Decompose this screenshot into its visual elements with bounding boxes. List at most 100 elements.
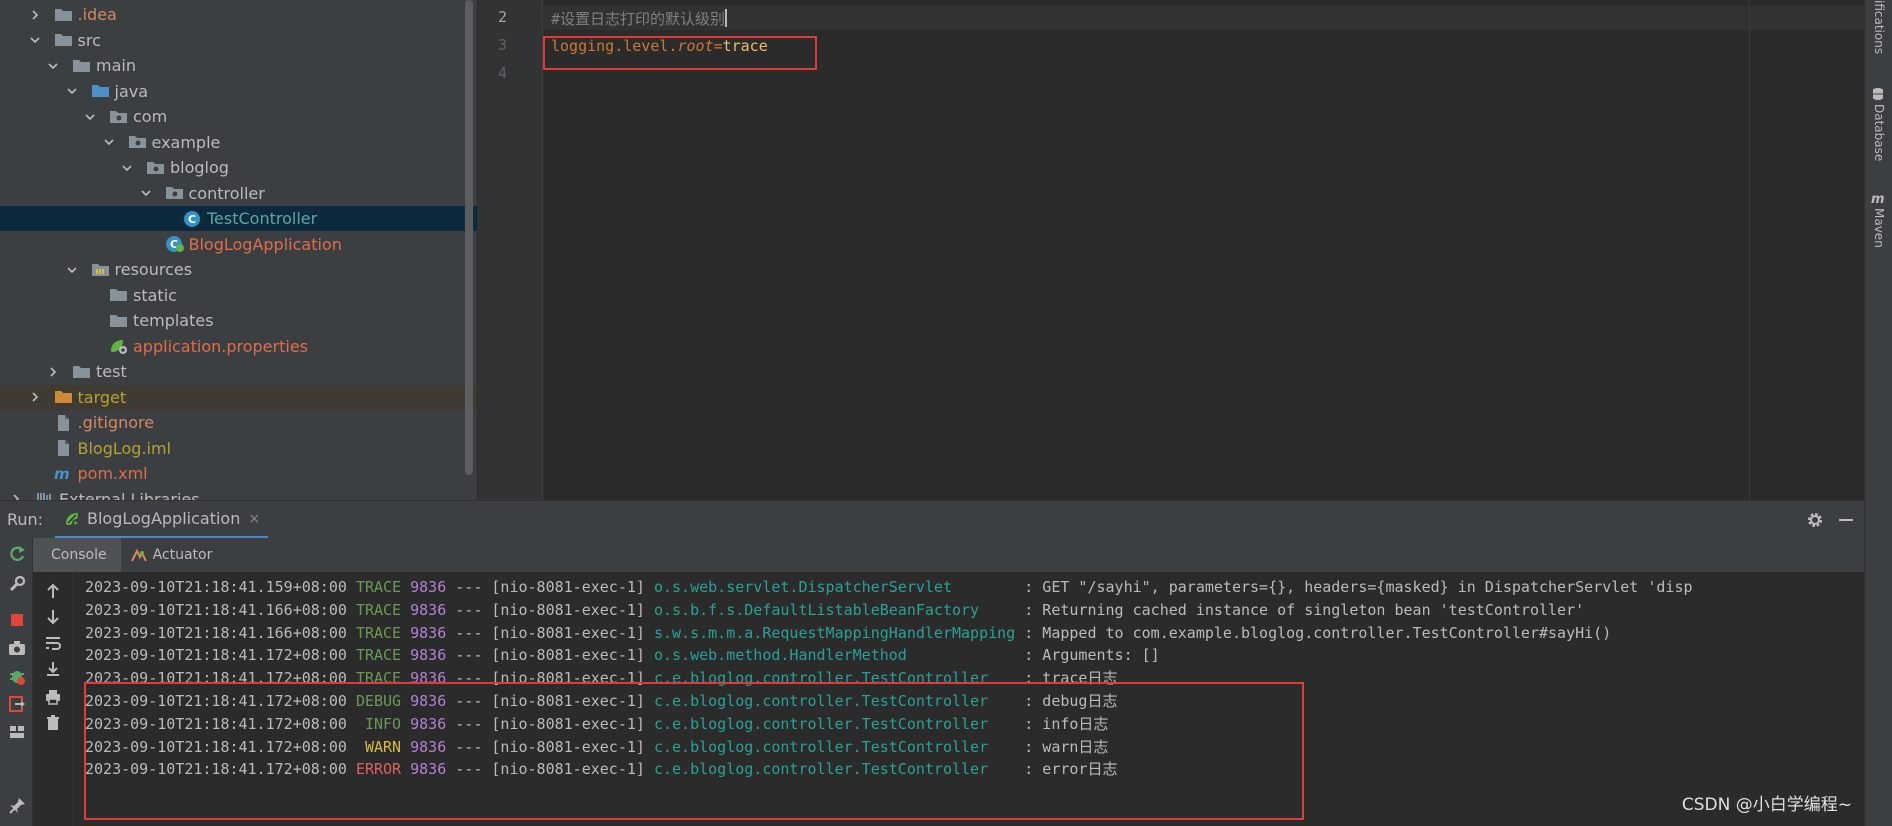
tree-item[interactable]: BlogLog.iml: [0, 436, 477, 461]
layout-icon[interactable]: [7, 722, 27, 742]
spring-properties-icon: [109, 337, 129, 355]
excluded-folder-icon: [54, 388, 74, 406]
exit-icon[interactable]: [7, 694, 27, 714]
chevron-right-icon[interactable]: [28, 390, 42, 404]
project-tree-panel: .idea src main java com example bloglog control…: [0, 0, 477, 500]
log-level: TRACE: [355, 578, 402, 596]
chevron-down-icon[interactable]: [46, 59, 60, 73]
line-number: 2: [497, 8, 507, 26]
arrow-down-icon[interactable]: [44, 608, 62, 626]
log-logger: o.s.b.f.s.DefaultListableBeanFactory: [653, 600, 1016, 619]
tree-item[interactable]: java: [0, 79, 477, 104]
gear-icon[interactable]: [1806, 511, 1824, 529]
tree-item[interactable]: resources: [0, 257, 477, 282]
tree-item[interactable]: target: [0, 384, 477, 410]
log-level: TRACE: [355, 623, 402, 642]
database-icon: [1871, 86, 1885, 100]
tree-item-label: BlogLog.iml: [77, 438, 172, 458]
tree-item[interactable]: .gitignore: [0, 410, 477, 435]
run-subtabs: Console Actuator: [33, 538, 1864, 572]
database-label: Database: [1872, 104, 1886, 162]
log-timestamp: 2023-09-10T21:18:41.166+08:00: [85, 623, 347, 642]
run-tab-label: BlogLogApplication: [87, 509, 241, 528]
tree-item[interactable]: C BlogLogApplication: [0, 232, 477, 257]
log-pid: 9836: [410, 646, 447, 665]
log-message: : Arguments: []: [1024, 646, 1160, 665]
chevron-right-icon[interactable]: [28, 8, 42, 22]
chevron-down-icon[interactable]: [65, 84, 79, 98]
log-message: : Mapped to com.example.bloglog.controll…: [1024, 623, 1612, 642]
tab-actuator-label: Actuator: [152, 547, 213, 563]
trash-icon[interactable]: [44, 714, 62, 732]
log-timestamp: 2023-09-10T21:18:41.166+08:00: [85, 600, 347, 619]
maven-file-icon: m: [54, 465, 74, 483]
tree-item[interactable]: C TestController: [0, 206, 477, 231]
chevron-down-icon[interactable]: [65, 263, 79, 277]
tree-item[interactable]: static: [0, 283, 477, 308]
tree-item-label: com: [133, 107, 168, 126]
folder-icon: [109, 286, 129, 304]
chevron-down-icon[interactable]: [83, 110, 97, 124]
database-tool[interactable]: Database: [1865, 104, 1892, 174]
tree-item-label: bloglog: [170, 158, 229, 177]
tree-item[interactable]: templates: [0, 308, 477, 333]
line-number: 3: [497, 36, 507, 54]
maven-icon: m: [1871, 190, 1885, 207]
tree-item[interactable]: bloglog: [0, 155, 477, 180]
tree-item[interactable]: .idea: [0, 2, 477, 27]
folder-icon: [54, 31, 74, 49]
comment-text: #设置日志打印的默认级别: [551, 10, 726, 28]
log-separator: ---: [455, 623, 483, 642]
stop-icon[interactable]: [7, 610, 27, 630]
log-message: : GET "/sayhi", parameters={}, headers={…: [1024, 578, 1693, 596]
maven-tool[interactable]: Maven: [1865, 208, 1892, 258]
folder-icon: [72, 363, 92, 381]
line-number-gutter: 2 3 4: [478, 0, 542, 500]
code-line-comment[interactable]: #设置日志打印的默认级别: [551, 8, 728, 29]
tab-console-label: Console: [51, 547, 107, 563]
spring-boot-class-icon: C: [165, 235, 185, 253]
chevron-down-icon[interactable]: [120, 161, 134, 175]
chevron-right-icon[interactable]: [9, 492, 23, 500]
run-config-tab[interactable]: BlogLogApplication ×: [55, 501, 269, 539]
tree-item[interactable]: com: [0, 104, 477, 129]
tree-item[interactable]: example: [0, 130, 477, 155]
arrow-up-icon[interactable]: [44, 582, 62, 600]
tree-item-label: java: [114, 81, 149, 101]
tab-console[interactable]: Console: [33, 538, 121, 572]
tree-item[interactable]: test: [0, 359, 477, 384]
tree-scrollbar[interactable]: [465, 0, 473, 475]
tree-item[interactable]: controller: [0, 181, 477, 206]
console-line: 2023-09-10T21:18:41.166+08:00 TRACE 9836…: [85, 599, 1584, 621]
chevron-down-icon[interactable]: [102, 135, 116, 149]
soft-wrap-icon[interactable]: [44, 634, 62, 652]
close-icon[interactable]: ×: [248, 511, 260, 527]
tree-item[interactable]: m pom.xml: [0, 461, 477, 486]
tree-item[interactable]: External Libraries: [0, 487, 477, 500]
notifications-tool[interactable]: ifications: [1865, 0, 1892, 60]
chevron-down-icon[interactable]: [139, 186, 153, 200]
tree-item-label: resources: [114, 260, 193, 279]
current-line-highlight: [543, 6, 1864, 30]
code-editor[interactable]: 2 3 4 #设置日志打印的默认级别 logging.level.root=tr…: [478, 0, 1864, 500]
minimize-icon[interactable]: [1839, 519, 1853, 521]
rerun-icon[interactable]: [7, 544, 27, 564]
log-message: : Returning cached instance of singleton…: [1024, 600, 1585, 619]
chevron-down-icon[interactable]: [28, 33, 42, 47]
tree-item[interactable]: src: [0, 28, 477, 53]
wrench-icon[interactable]: [7, 574, 27, 594]
print-icon[interactable]: [44, 688, 62, 706]
tree-item[interactable]: application.properties: [0, 334, 477, 359]
resources-folder-icon: [91, 261, 111, 279]
maven-label: Maven: [1872, 208, 1886, 248]
pin-icon[interactable]: [7, 796, 27, 816]
tree-item[interactable]: main: [0, 53, 477, 78]
camera-icon[interactable]: [7, 638, 27, 658]
scroll-to-end-icon[interactable]: [44, 660, 62, 678]
tab-actuator[interactable]: Actuator: [121, 538, 223, 572]
chevron-right-icon[interactable]: [46, 365, 60, 379]
debug-bug-icon[interactable]: [7, 666, 27, 686]
console-output[interactable]: 2023-09-10T21:18:41.159+08:00 TRACE 9836…: [74, 572, 1864, 826]
